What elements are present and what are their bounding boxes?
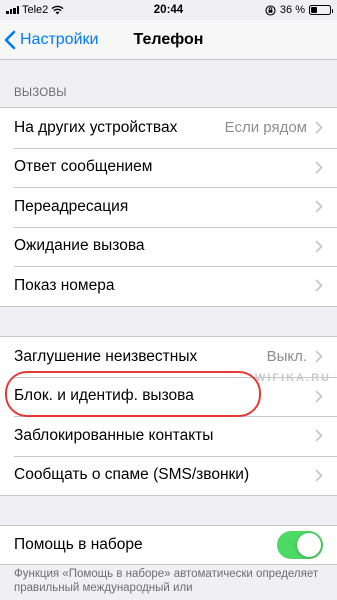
chevron-right-icon bbox=[315, 350, 323, 363]
signal-strength-icon bbox=[6, 6, 19, 14]
battery-level bbox=[311, 7, 318, 13]
chevron-right-icon bbox=[315, 469, 323, 482]
chevron-right-icon bbox=[315, 390, 323, 403]
dial-assist-group: Помощь в наборе bbox=[0, 525, 337, 565]
chevron-right-icon bbox=[315, 161, 323, 174]
orientation-lock-icon bbox=[265, 4, 276, 16]
dial-assist-description: Функция «Помощь в наборе» автоматически … bbox=[14, 568, 319, 594]
row-label: Переадресация bbox=[14, 197, 129, 215]
row-label: Помощь в наборе bbox=[14, 536, 143, 553]
toggle-knob bbox=[297, 533, 321, 557]
row-report-spam[interactable]: Сообщать о спаме (SMS/звонки) bbox=[0, 455, 337, 496]
row-label: Ответ сообщением bbox=[14, 158, 153, 176]
chevron-right-icon bbox=[315, 429, 323, 442]
dial-assist-toggle[interactable] bbox=[277, 531, 323, 559]
section-header-calls: ВЫЗОВЫ bbox=[14, 87, 67, 99]
status-left: Tele2 bbox=[6, 4, 64, 16]
navigation-bar: Настройки Телефон bbox=[0, 20, 337, 60]
status-bar: Tele2 20:44 36 % bbox=[0, 0, 337, 20]
battery-percent: 36 % bbox=[279, 4, 305, 16]
row-other-devices[interactable]: На других устройствах Если рядом bbox=[0, 108, 337, 148]
battery-icon bbox=[309, 5, 333, 15]
row-label: Сообщать о спаме (SMS/звонки) bbox=[14, 466, 250, 484]
row-label: Заглушение неизвестных bbox=[14, 347, 198, 365]
chevron-right-icon bbox=[315, 279, 323, 292]
chevron-right-icon bbox=[315, 121, 323, 134]
row-label: Заблокированные контакты bbox=[14, 426, 214, 444]
row-call-waiting[interactable]: Ожидание вызова bbox=[0, 226, 337, 267]
row-dial-assist: Помощь в наборе bbox=[0, 526, 337, 564]
back-button[interactable]: Настройки bbox=[4, 20, 98, 60]
row-label: На других устройствах bbox=[14, 118, 178, 136]
calls-group: На других устройствах Если рядом Ответ с… bbox=[0, 107, 337, 307]
row-value: Если рядом bbox=[224, 119, 307, 137]
row-reply-with-message[interactable]: Ответ сообщением bbox=[0, 147, 337, 188]
chevron-right-icon bbox=[315, 200, 323, 213]
row-call-forwarding[interactable]: Переадресация bbox=[0, 187, 337, 227]
highlight-ring bbox=[5, 371, 261, 417]
watermark: WIFIKA.RU bbox=[254, 372, 331, 384]
row-label: Показ номера bbox=[14, 276, 115, 294]
chevron-left-icon bbox=[4, 30, 16, 50]
row-label: Ожидание вызова bbox=[14, 237, 145, 255]
status-right: 36 % bbox=[265, 4, 333, 16]
wifi-icon bbox=[51, 5, 64, 15]
row-value: Выкл. bbox=[266, 348, 307, 366]
chevron-right-icon bbox=[315, 240, 323, 253]
carrier-label: Tele2 bbox=[22, 4, 49, 16]
row-blocked-contacts[interactable]: Заблокированные контакты bbox=[0, 416, 337, 456]
row-show-caller-id[interactable]: Показ номера bbox=[0, 266, 337, 306]
back-label: Настройки bbox=[20, 31, 99, 48]
